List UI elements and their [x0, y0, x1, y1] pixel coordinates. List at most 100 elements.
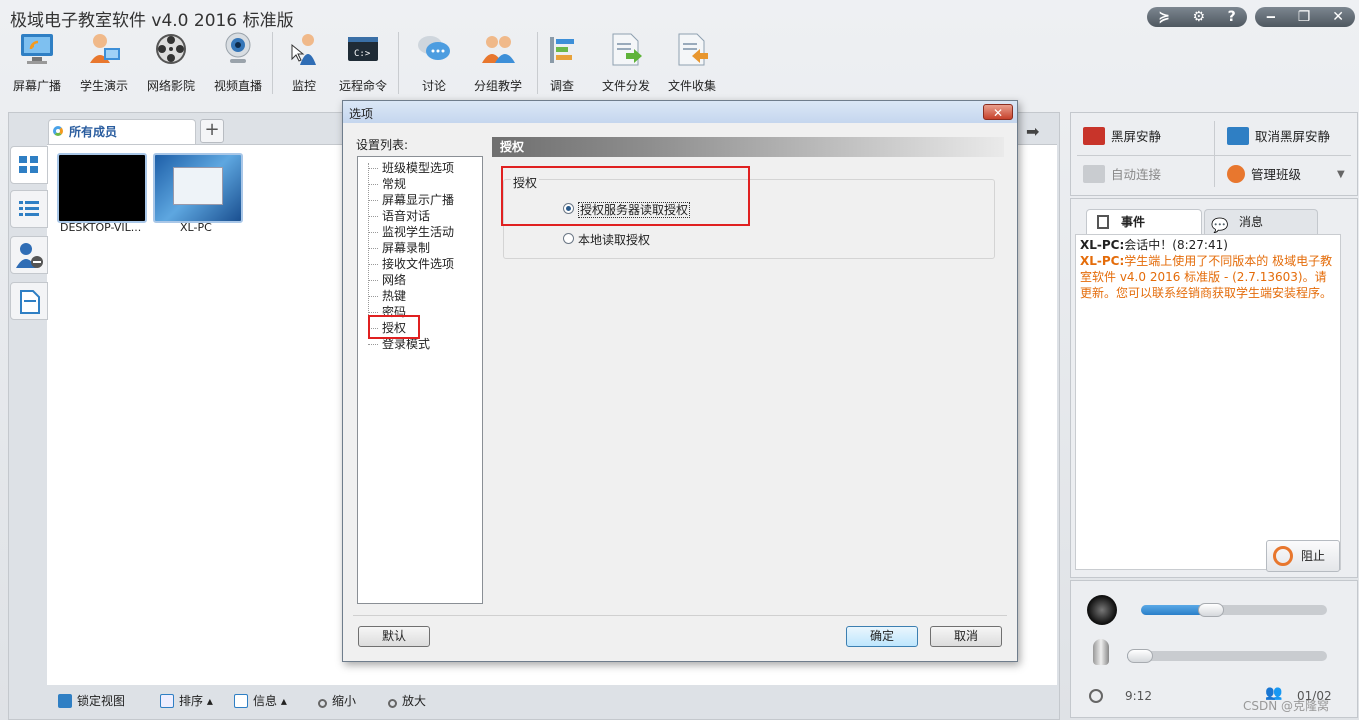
- event-entry: XL-PC:会话中！(8:27:41): [1080, 237, 1336, 253]
- toolbar-label: 监控: [291, 79, 316, 93]
- settings-item[interactable]: 登录模式: [368, 337, 430, 353]
- cancel-button[interactable]: 取消: [930, 626, 1002, 647]
- settings-list-label: 设置列表:: [356, 138, 409, 152]
- toolbar-survey-button[interactable]: 调查: [532, 28, 592, 98]
- sort-az-icon: [160, 694, 174, 708]
- manage-class-icon: [1227, 165, 1245, 183]
- view-list-button[interactable]: [10, 190, 48, 228]
- auto-connect-label: 自动连接: [1111, 167, 1162, 182]
- settings-item[interactable]: 常规: [368, 177, 406, 193]
- events-log: XL-PC:会话中！(8:27:41) XL-PC:学生端上使用了不同版本的 极…: [1075, 234, 1341, 570]
- quick-actions-panel: 黑屏安静 取消黑屏安静 自动连接 管理班级 ▼: [1070, 112, 1358, 196]
- black-screen-button[interactable]: 黑屏安静: [1071, 119, 1211, 155]
- toolbar-label: 远程命令: [338, 79, 387, 93]
- settings-list: 班级模型选项 常规 屏幕显示广播 语音对话 监视学生活动 屏幕录制 接收文件选项…: [357, 156, 483, 604]
- main-toolbar: 屏幕广播 学生演示 网络影院 视频直播 监控 C:> 远程命令 讨论 分组教学 …: [0, 28, 1359, 100]
- toolbar-label: 网络影院: [146, 79, 195, 93]
- info-button[interactable]: 信息 ▴: [234, 692, 287, 709]
- toolbar-label: 学生演示: [79, 79, 128, 93]
- toolbar-label: 文件分发: [601, 79, 650, 93]
- view-users-button[interactable]: [10, 236, 48, 274]
- ok-button[interactable]: 确定: [846, 626, 918, 647]
- speaker-volume-slider[interactable]: [1141, 603, 1327, 617]
- microphone-icon: [1093, 639, 1109, 665]
- manage-class-button[interactable]: 管理班级 ▼: [1215, 157, 1355, 193]
- zoom-in-button[interactable]: 放大: [388, 692, 426, 709]
- zoom-out-button[interactable]: 缩小: [318, 692, 356, 709]
- student-computer-2[interactable]: [153, 153, 243, 223]
- settings-item[interactable]: 网络: [368, 273, 406, 289]
- arrow-right-icon[interactable]: ➡: [1026, 122, 1039, 141]
- survey-icon: [544, 31, 580, 67]
- toolbar-network-cinema-button[interactable]: 网络影院: [141, 28, 201, 98]
- user-remove-icon: [16, 243, 43, 268]
- stop-label: 阻止: [1301, 549, 1326, 563]
- options-dialog: 选项 ✕ 设置列表: 班级模型选项 常规 屏幕显示广播 语音对话 监视学生活动 …: [342, 100, 1018, 662]
- dialog-close-button[interactable]: ✕: [983, 104, 1013, 120]
- list-view-icon: [19, 201, 39, 216]
- gear-icon[interactable]: ⚙: [1193, 9, 1206, 25]
- toolbar-file-send-button[interactable]: 文件分发: [596, 28, 656, 98]
- radio-local-authorization[interactable]: 本地读取授权: [563, 231, 650, 248]
- help-icon[interactable]: ?: [1228, 9, 1236, 25]
- toolbar-video-live-button[interactable]: 视频直播: [208, 28, 268, 98]
- settings-item[interactable]: 班级模型选项: [368, 161, 454, 177]
- toolbar-group-teaching-button[interactable]: 分组教学: [468, 28, 528, 98]
- mic-volume-slider[interactable]: [1127, 649, 1327, 663]
- computer-name-label: DESKTOP-VIL...: [60, 221, 142, 234]
- dialog-title: 选项: [349, 107, 374, 121]
- info-label: 信息: [253, 694, 278, 708]
- settings-item[interactable]: 接收文件选项: [368, 257, 454, 273]
- toolbar-discussion-button[interactable]: 讨论: [404, 28, 464, 98]
- settings-item[interactable]: 热键: [368, 289, 406, 305]
- prohibit-icon: [1273, 546, 1293, 566]
- default-button[interactable]: 默认: [358, 626, 430, 647]
- members-ring-icon: [53, 126, 63, 136]
- tab-messages[interactable]: 💬 消息: [1204, 209, 1318, 234]
- auto-connect-button[interactable]: 自动连接: [1071, 157, 1211, 193]
- event-source: XL-PC:: [1080, 254, 1125, 268]
- settings-item[interactable]: 监视学生活动: [368, 225, 454, 241]
- speaker-volume-knob[interactable]: [1198, 603, 1224, 617]
- stop-button[interactable]: 阻止: [1266, 540, 1340, 572]
- minimize-icon[interactable]: ‒: [1266, 9, 1276, 25]
- view-icons-button[interactable]: [10, 146, 48, 184]
- toolbar-separator: [398, 32, 399, 94]
- monitor-icon: [1227, 127, 1249, 145]
- toolbar-broadcast-button[interactable]: 屏幕广播: [7, 28, 67, 98]
- tab-events[interactable]: 事件: [1086, 209, 1202, 234]
- lock-view-button[interactable]: 锁定视图: [58, 692, 125, 709]
- collapse-icon[interactable]: ≽: [1158, 9, 1170, 25]
- tab-all-members[interactable]: 所有成员: [48, 119, 196, 145]
- restore-icon[interactable]: ❐: [1298, 9, 1311, 25]
- svg-text:C:>: C:>: [354, 49, 371, 59]
- dropdown-arrow-icon[interactable]: ▼: [1337, 157, 1345, 193]
- lock-view-icon: [58, 694, 72, 708]
- add-tab-button[interactable]: +: [200, 119, 224, 143]
- toolbar-remote-command-button[interactable]: C:> 远程命令: [333, 28, 393, 98]
- toolbar-file-collect-button[interactable]: 文件收集: [662, 28, 722, 98]
- chat-bubbles-icon: [416, 31, 452, 67]
- student-computer-1[interactable]: [57, 153, 147, 223]
- zoom-in-label: 放大: [402, 694, 427, 708]
- sort-button[interactable]: 排序 ▴: [160, 692, 213, 709]
- events-doc-icon: [1097, 215, 1109, 229]
- zoom-out-icon: [318, 699, 327, 708]
- close-icon[interactable]: ✕: [1332, 9, 1344, 25]
- settings-item[interactable]: 屏幕显示广播: [368, 193, 454, 209]
- monitor-person-icon: [286, 31, 322, 67]
- film-reel-icon: [153, 31, 189, 67]
- cancel-black-screen-button[interactable]: 取消黑屏安静: [1215, 119, 1355, 155]
- mic-volume-knob[interactable]: [1127, 649, 1153, 663]
- toolbar-label: 讨论: [421, 79, 446, 93]
- view-files-button[interactable]: [10, 282, 48, 320]
- toolbar-label: 文件收集: [667, 79, 716, 93]
- toolbar-label: 分组教学: [473, 79, 522, 93]
- settings-item[interactable]: 屏幕录制: [368, 241, 430, 257]
- event-entry: XL-PC:学生端上使用了不同版本的 极域电子教室软件 v4.0 2016 标准…: [1080, 253, 1336, 301]
- toolbar-monitor-button[interactable]: 监控: [274, 28, 334, 98]
- info-icon: [234, 694, 248, 708]
- settings-item[interactable]: 语音对话: [368, 209, 430, 225]
- toolbar-student-demo-button[interactable]: 学生演示: [74, 28, 134, 98]
- toolbar-label: 屏幕广播: [12, 79, 61, 93]
